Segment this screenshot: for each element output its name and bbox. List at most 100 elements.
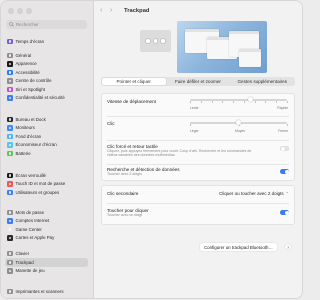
sidebar-item-trackpad[interactable]: Trackpad	[5, 258, 88, 267]
imprimantes-et-scanners-icon	[7, 288, 13, 294]
close-window-button[interactable]	[8, 8, 14, 14]
search-input[interactable]	[16, 21, 86, 28]
sidebar-item-ecran-verrouille[interactable]: Écran verrouillé	[5, 171, 88, 180]
sidebar-item-imprimantes-et-scanners[interactable]: Imprimantes et scanners	[5, 287, 88, 296]
sidebar-item-label: Apparence	[15, 61, 37, 67]
sidebar-item-cartes-et-apple-pay[interactable]: Cartes et Apple Pay	[5, 234, 88, 243]
sidebar-item-bureau-et-dock[interactable]: Bureau et Dock	[5, 115, 88, 124]
search-icon	[9, 22, 14, 27]
chevron-updown-icon: ⌃	[285, 190, 289, 196]
tab-more-gestures[interactable]: Gestes supplémentaires	[230, 78, 294, 86]
sidebar-item-mots-de-passe[interactable]: Mots de passe	[5, 208, 88, 217]
tracking-speed-row: Vitesse de déplacement Lente Rapide	[102, 94, 294, 116]
sidebar-item-label: Game Center	[15, 226, 42, 232]
sidebar-item-label: Confidentialité et sécurité	[15, 95, 65, 101]
sidebar-item-label: Clavier	[15, 250, 30, 256]
touch-id-et-mot-de-passe-icon	[7, 181, 13, 187]
sidebar-item-label: Batterie	[15, 150, 31, 156]
sidebar-item-label: Temps d’écran	[15, 38, 45, 44]
sidebar-item-label: Accessibilité	[15, 69, 40, 75]
comptes-internet-icon	[7, 218, 13, 224]
sidebar-item-manette-de-jeu[interactable]: Manette de jeu	[5, 267, 88, 276]
secondary-click-value: Cliquer ou toucher avec 2 doigts	[219, 190, 284, 196]
sidebar-item-accessibilite[interactable]: Accessibilité	[5, 68, 88, 77]
tap-to-click-toggle[interactable]	[280, 210, 289, 215]
click-strength-row: Clic Léger Moyen Ferme	[102, 116, 294, 140]
secondary-click-select[interactable]: Cliquer ou toucher avec 2 doigts ⌃	[219, 191, 289, 196]
sidebar-item-label: Moniteurs	[15, 125, 35, 131]
sidebar-item-economiseur-d-ecran[interactable]: Économiseur d’écran	[5, 141, 88, 150]
sidebar-item-label: Manette de jeu	[15, 268, 45, 274]
settings-window: Temps d’écran Général Apparence Accessibili…	[1, 1, 302, 298]
sidebar-item-general[interactable]: Général	[5, 51, 88, 60]
sidebar-item-temps-d-ecran[interactable]: Temps d’écran	[5, 37, 88, 46]
sidebar-item-label: Imprimantes et scanners	[15, 288, 64, 294]
zoom-window-button[interactable]	[26, 8, 32, 14]
sidebar-item-label: Comptes Internet	[15, 218, 50, 224]
sidebar-item-fond-d-ecran[interactable]: Fond d’écran	[5, 132, 88, 141]
tab-point-and-click[interactable]: Pointer et cliquer	[101, 77, 166, 86]
tab-bar: Pointer et cliquer Faire défiler et zoom…	[101, 77, 295, 86]
mots-de-passe-icon	[7, 209, 13, 215]
clavier-icon	[7, 250, 13, 256]
sidebar-item-comptes-internet[interactable]: Comptes Internet	[5, 217, 88, 226]
secondary-click-label: Clic secondaire	[107, 191, 139, 196]
click-medium-label: Moyen	[235, 128, 246, 133]
lookup-row: Recherche et détection de données Touche…	[102, 164, 294, 182]
titlebar: ‹ › Trackpad	[94, 5, 302, 17]
trackpad-preview-graphic	[140, 30, 171, 52]
lookup-description: Toucher avec 3 doigts	[107, 172, 142, 176]
cartes-et-apple-pay-icon	[7, 235, 13, 241]
sidebar-item-apparence[interactable]: Apparence	[5, 60, 88, 69]
click-strength-slider[interactable]	[190, 120, 288, 126]
sidebar-item-label: Cartes et Apple Pay	[15, 235, 55, 241]
tracking-speed-slider[interactable]	[190, 97, 288, 103]
chevron-left-icon[interactable]: ‹	[100, 7, 106, 14]
force-click-row: Clic forcé et retour tactile Cliquez, pu…	[102, 140, 294, 162]
sidebar-item-touch-id-et-mot-de-passe[interactable]: Touch ID et mot de passe	[5, 180, 88, 189]
sidebar-item-confidentialite-et-securite[interactable]: Confidentialité et sécurité	[5, 94, 88, 103]
force-click-toggle[interactable]	[280, 146, 289, 151]
bureau-et-dock-icon	[7, 116, 13, 122]
ecran-verrouille-icon	[7, 172, 13, 178]
centre-de-controle-icon	[7, 78, 13, 84]
setup-bluetooth-trackpad-button[interactable]: Configurer un trackpad Bluetooth…	[200, 243, 277, 251]
utilisateurs-et-groupes-icon	[7, 189, 13, 195]
sidebar-item-siri-et-spotlight[interactable]: Siri et Spotlight	[5, 85, 88, 94]
moniteurs-icon	[7, 125, 13, 131]
click-label: Clic	[107, 121, 115, 126]
minimize-window-button[interactable]	[17, 8, 23, 14]
sidebar-item-centre-de-controle[interactable]: Centre de contrôle	[5, 77, 88, 86]
sidebar-item-label: Écran verrouillé	[15, 172, 47, 178]
accessibilite-icon	[7, 69, 13, 75]
sidebar-item-label: Siri et Spotlight	[15, 86, 46, 92]
sidebar-item-label: Fond d’écran	[15, 133, 42, 139]
economiseur-d-ecran-icon	[7, 142, 13, 148]
help-button[interactable]: ?	[285, 244, 291, 250]
batterie-icon	[7, 150, 13, 156]
window-controls	[8, 8, 32, 14]
sidebar-item-label: Général	[15, 52, 32, 58]
general-icon	[7, 52, 13, 58]
sidebar: Temps d’écran Général Apparence Accessibili…	[1, 1, 94, 298]
search-field[interactable]	[6, 20, 87, 29]
sidebar-item-label: Touch ID et mot de passe	[15, 181, 66, 187]
gesture-preview-image	[177, 21, 267, 73]
sidebar-item-utilisateurs-et-groupes[interactable]: Utilisateurs et groupes	[5, 188, 88, 197]
apparence-icon	[7, 61, 13, 67]
sidebar-item-batterie[interactable]: Batterie	[5, 149, 88, 158]
chevron-right-icon[interactable]: ›	[110, 7, 116, 14]
sidebar-item-moniteurs[interactable]: Moniteurs	[5, 124, 88, 133]
click-firm-label: Ferme	[278, 128, 288, 133]
tap-to-click-row: Toucher pour cliquer Toucher avec un doi…	[102, 204, 294, 224]
confidentialite-et-securite-icon	[7, 95, 13, 101]
page-title: Trackpad	[124, 7, 150, 14]
tracking-max-label: Rapide	[277, 105, 288, 110]
lookup-toggle[interactable]	[280, 169, 289, 174]
click-settings-panel: Clic secondaire Cliquer ou toucher avec …	[101, 185, 295, 225]
sidebar-item-clavier[interactable]: Clavier	[5, 249, 88, 258]
sidebar-item-label: Centre de contrôle	[15, 78, 52, 84]
sidebar-item-game-center[interactable]: Game Center	[5, 225, 88, 234]
tracking-speed-label: Vitesse de déplacement	[107, 99, 156, 104]
tab-scroll-and-zoom[interactable]: Faire défiler et zoomer	[166, 78, 230, 86]
